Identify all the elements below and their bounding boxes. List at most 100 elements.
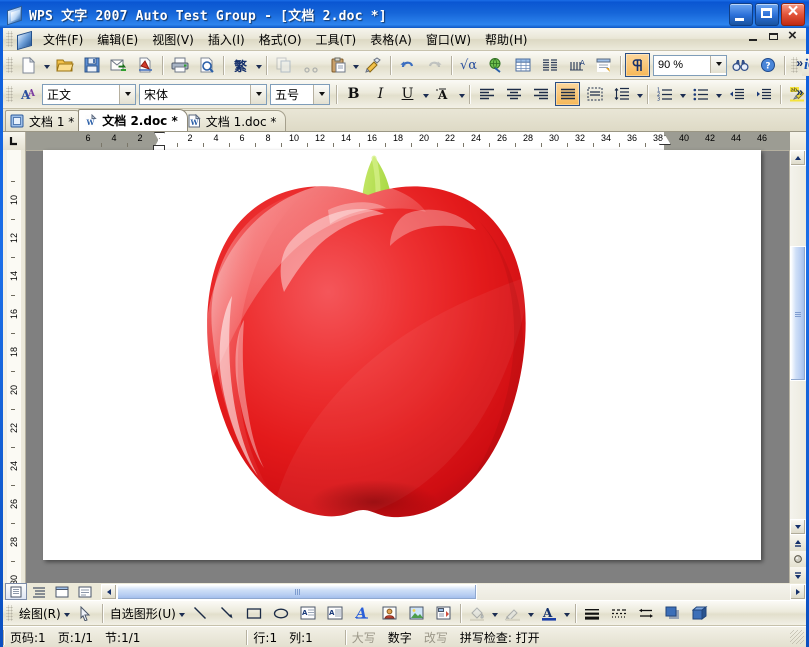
outline-view-icon[interactable] — [28, 583, 50, 600]
vertical-scroll-thumb[interactable] — [790, 246, 806, 381]
ruler-track[interactable]: 6 4 2 2 4 6 8 10 12 14 16 18 20 22 24 26 — [26, 132, 790, 150]
formula-icon[interactable]: √α — [456, 53, 481, 77]
scissors-icon[interactable] — [298, 53, 323, 77]
pilcrow-icon[interactable] — [625, 53, 650, 77]
new-file-dropdown-icon[interactable] — [42, 54, 51, 76]
line-icon[interactable] — [188, 601, 213, 625]
line-spacing-icon[interactable] — [609, 82, 634, 106]
status-spellcheck[interactable]: 拼写检查: 打开 — [454, 629, 546, 646]
bullet-list-dropdown-icon[interactable] — [714, 83, 723, 105]
minimize-button[interactable] — [729, 3, 753, 26]
autoshapes-label[interactable]: 自选图形(U) — [106, 605, 178, 622]
underline-button[interactable]: U — [395, 82, 420, 106]
menu-item-tools[interactable]: 工具(T) — [309, 29, 364, 50]
left-tab-stop-icon[interactable] — [3, 132, 26, 150]
three-d-icon[interactable] — [688, 601, 713, 625]
status-num[interactable]: 数字 — [382, 629, 418, 646]
format-painter-icon[interactable] — [361, 53, 386, 77]
printer-icon[interactable] — [167, 53, 192, 77]
status-caps[interactable]: 大写 — [346, 629, 382, 646]
horizontal-scroll-track[interactable] — [117, 584, 790, 600]
menu-item-edit[interactable]: 编辑(E) — [90, 29, 145, 50]
rectangle-icon[interactable] — [242, 601, 267, 625]
bold-button[interactable]: B — [341, 82, 366, 106]
oval-icon[interactable] — [269, 601, 294, 625]
document-minimize-button[interactable] — [748, 30, 761, 44]
apple-image[interactable] — [178, 150, 558, 550]
maximize-button[interactable] — [755, 3, 779, 26]
undo-arrow-icon[interactable] — [395, 53, 420, 77]
vertical-ruler[interactable]: 10 12 14 16 18 20 22 24 26 28 30 — [3, 150, 26, 583]
font-dropdown-icon[interactable] — [250, 85, 266, 104]
align-center-icon[interactable] — [501, 82, 526, 106]
resize-grip[interactable] — [790, 630, 804, 644]
document-page[interactable] — [43, 150, 761, 560]
menu-item-view[interactable]: 视图(V) — [145, 29, 201, 50]
fill-color-dropdown-icon[interactable] — [491, 602, 500, 624]
status-overwrite[interactable]: 改写 — [418, 629, 454, 646]
traditional-chinese-dropdown-icon[interactable] — [254, 54, 263, 76]
print-preview-icon[interactable] — [194, 53, 219, 77]
page-view-icon[interactable] — [5, 583, 27, 600]
mail-send-icon[interactable] — [106, 53, 131, 77]
dash-style-icon[interactable] — [607, 601, 632, 625]
shadow-style-icon[interactable] — [661, 601, 686, 625]
columns-icon[interactable] — [537, 53, 562, 77]
font-size-dropdown-icon[interactable] — [313, 85, 329, 104]
document-system-icon[interactable] — [15, 31, 33, 48]
wordart-icon[interactable]: A — [350, 601, 375, 625]
pdf-export-icon[interactable] — [133, 53, 158, 77]
character-shading-icon[interactable]: A — [431, 82, 456, 106]
next-page-icon[interactable] — [790, 567, 806, 583]
zoom-combo[interactable]: 90 % — [653, 55, 727, 76]
arrow-style-icon[interactable] — [634, 601, 659, 625]
copy-icon[interactable] — [271, 53, 296, 77]
formatting-toolbar-grip[interactable] — [6, 86, 13, 102]
normal-view-icon[interactable] — [74, 583, 96, 600]
paste-clipboard-icon[interactable] — [325, 53, 350, 77]
redo-arrow-icon[interactable] — [422, 53, 447, 77]
align-left-icon[interactable] — [474, 82, 499, 106]
scroll-down-button[interactable] — [790, 519, 806, 535]
zoom-dropdown-icon[interactable] — [710, 56, 726, 73]
header-footer-icon[interactable] — [591, 53, 616, 77]
decrease-indent-icon[interactable] — [724, 82, 749, 106]
standard-toolbar-overflow-icon[interactable]: » — [796, 56, 803, 70]
arrow-icon[interactable] — [215, 601, 240, 625]
text-box-icon[interactable]: A — [296, 601, 321, 625]
menu-item-format[interactable]: 格式(O) — [252, 29, 309, 50]
menu-item-help[interactable]: 帮助(H) — [478, 29, 534, 50]
vertical-scrollbar[interactable] — [789, 150, 806, 583]
close-button[interactable] — [781, 3, 805, 26]
line-color-dropdown-icon[interactable] — [527, 602, 536, 624]
standard-toolbar-grip[interactable] — [6, 57, 13, 73]
draw-menu-dropdown-icon[interactable] — [63, 602, 72, 624]
fill-bucket-icon[interactable] — [465, 601, 490, 625]
document-restore-button[interactable] — [768, 30, 781, 44]
menu-item-window[interactable]: 窗口(W) — [419, 29, 478, 50]
clipart-icon[interactable] — [377, 601, 402, 625]
scroll-up-button[interactable] — [790, 150, 806, 166]
numbered-list-icon[interactable]: 1 2 3 — [652, 82, 677, 106]
italic-button[interactable]: I — [368, 82, 393, 106]
increase-indent-icon[interactable] — [751, 82, 776, 106]
pinyin-guide-icon[interactable]: A — [564, 53, 589, 77]
numbered-list-dropdown-icon[interactable] — [678, 83, 687, 105]
tab-document-1-doc[interactable]: W 文档 1.doc * — [182, 110, 287, 131]
drawing-font-color-dropdown-icon[interactable] — [563, 602, 572, 624]
horizontal-scroll-thumb[interactable] — [117, 584, 477, 600]
horizontal-ruler[interactable]: 6 4 2 2 4 6 8 10 12 14 16 18 20 22 24 26 — [3, 132, 806, 151]
binoculars-icon[interactable] — [728, 53, 753, 77]
arrow-cursor-icon[interactable] — [73, 601, 98, 625]
drawing-toolbar-grip[interactable] — [6, 605, 13, 621]
autoshapes-dropdown-icon[interactable] — [178, 602, 187, 624]
menu-item-table[interactable]: 表格(A) — [363, 29, 419, 50]
menu-item-file[interactable]: 文件(F) — [36, 29, 90, 50]
formatting-toolbar-overflow-icon[interactable]: » — [796, 85, 803, 99]
traditional-chinese-icon[interactable]: 繁 — [228, 53, 253, 77]
vertical-text-box-icon[interactable]: A — [323, 601, 348, 625]
align-right-icon[interactable] — [528, 82, 553, 106]
tab-document-2-doc[interactable]: W 文档 2.doc * — [78, 109, 188, 131]
web-view-icon[interactable] — [51, 583, 73, 600]
line-color-icon[interactable] — [501, 601, 526, 625]
